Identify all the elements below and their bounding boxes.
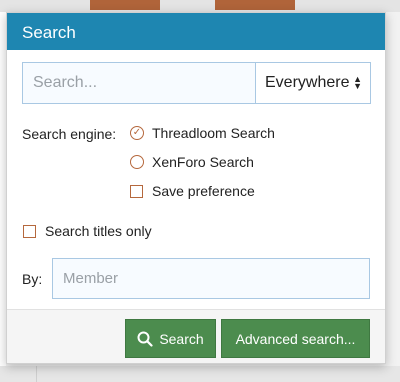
search-icon <box>137 331 153 347</box>
scope-select[interactable]: Everywhere ▲ ▼ <box>255 62 371 104</box>
checkbox-label: Save preference <box>152 183 255 199</box>
select-arrows-icon: ▲ ▼ <box>353 74 362 91</box>
search-input[interactable] <box>22 62 255 104</box>
advanced-search-button-label: Advanced search... <box>235 330 356 347</box>
background-block <box>90 0 160 10</box>
search-row: Everywhere ▲▼ <box>22 62 371 104</box>
advanced-search-button[interactable]: Advanced search... <box>221 319 370 358</box>
background-page-bottom <box>0 366 400 382</box>
radio-label: Threadloom Search <box>152 125 275 141</box>
background-page-top <box>0 0 400 12</box>
radio-label: XenForo Search <box>152 154 254 170</box>
radio-circle-icon <box>130 155 144 169</box>
popup-header: Search <box>7 13 385 50</box>
scope-select-value: Everywhere <box>265 74 350 91</box>
radio-xenforo-search[interactable]: XenForo Search <box>130 154 254 170</box>
radio-threadloom-search[interactable]: ✓ Threadloom Search <box>130 125 275 141</box>
checkbox-box <box>130 184 143 198</box>
by-label: By: <box>22 271 43 287</box>
checkbox-box <box>23 224 36 238</box>
search-button-label: Search <box>159 330 204 347</box>
checkbox-label: Search titles only <box>45 223 152 239</box>
background-divider <box>36 366 37 382</box>
background-block <box>215 0 295 10</box>
save-preference-checkbox[interactable]: Save preference <box>130 183 255 199</box>
popup-title: Search <box>22 23 76 42</box>
search-button[interactable]: Search <box>125 319 216 358</box>
search-engine-label: Search engine: <box>22 126 117 142</box>
check-icon: ✓ <box>130 126 144 140</box>
search-titles-only-checkbox[interactable]: Search titles only <box>23 223 152 239</box>
search-popup: Search Everywhere ▲▼ Search engine: ✓ Th… <box>6 12 386 364</box>
popup-footer: Search Advanced search... <box>7 309 385 363</box>
member-input[interactable] <box>52 258 370 299</box>
